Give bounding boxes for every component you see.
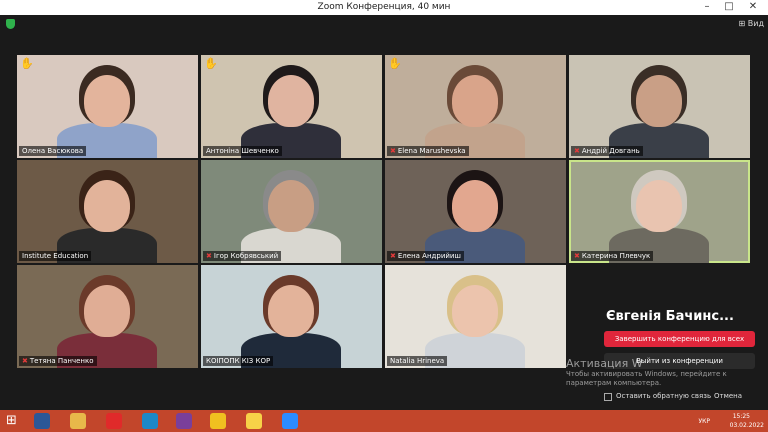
participant-face — [84, 75, 130, 127]
participant-name: Олена Васюкова — [19, 146, 87, 156]
title-bar: Zoom Конференция, 40 мин – □ ✕ — [0, 0, 768, 15]
participant-name-text: Антоніна Шевченко — [206, 147, 279, 155]
participant-tile[interactable]: ✖ Тетяна Панченко — [17, 265, 198, 368]
clock-date[interactable]: 03.02.2022 — [730, 422, 764, 429]
participant-name: ✖ Тетяна Панченко — [19, 356, 97, 366]
participant-name-text: Institute Education — [22, 252, 89, 260]
participant-name-text: Олена Васюкова — [22, 147, 84, 155]
minimize-button[interactable]: – — [696, 0, 718, 15]
cancel-button[interactable]: Отмена — [714, 392, 742, 400]
raised-hand-icon: ✋ — [388, 57, 402, 70]
watermark-text-1: Чтобы активировать Windows, перейдите к — [566, 370, 727, 378]
participant-tile[interactable]: ✋ Олена Васюкова — [17, 55, 198, 158]
participant-face — [268, 180, 314, 232]
participant-tile[interactable]: Institute Education — [17, 160, 198, 263]
clock-time[interactable]: 15:25 — [733, 413, 750, 420]
language-indicator[interactable]: УКР — [698, 418, 710, 425]
muted-mic-icon: ✖ — [206, 252, 212, 260]
participant-name: ✖ Андрій Довгань — [571, 146, 643, 156]
windows-taskbar: ⊞ УКР 15:25 03.02.2022 — [0, 410, 768, 432]
grid-view-icon: ⊞ — [738, 19, 746, 28]
view-label: Вид — [747, 19, 764, 28]
watermark-text-2: параметрам компьютера. — [566, 379, 662, 387]
participant-name: ✖ Елена Андрийиш — [387, 251, 464, 261]
participant-tile[interactable]: ✋ Антоніна Шевченко — [201, 55, 382, 158]
chrome-icon[interactable] — [210, 413, 226, 429]
word-icon[interactable] — [34, 413, 50, 429]
speaker-name: Євгенія Бачинс... — [606, 309, 734, 324]
muted-mic-icon: ✖ — [574, 252, 580, 260]
participant-face — [268, 75, 314, 127]
participant-face — [84, 285, 130, 337]
participant-name: ✖ Ігор Кобрявський — [203, 251, 282, 261]
view-button[interactable]: ⊞ Вид — [739, 19, 764, 28]
participant-tile[interactable]: ✖ Елена Андрийиш — [385, 160, 566, 263]
participant-face — [452, 75, 498, 127]
participant-name-text: КОІПОПК КІЗ КОР — [206, 357, 271, 365]
participant-name-text: Катерина Плевчук — [581, 252, 651, 260]
participant-tile[interactable]: КОІПОПК КІЗ КОР — [201, 265, 382, 368]
security-shield-icon[interactable] — [6, 19, 15, 29]
participant-face — [268, 285, 314, 337]
participant-name-text: Ігор Кобрявський — [213, 252, 279, 260]
participant-name-text: Андрій Довгань — [581, 147, 640, 155]
participant-name: ✖ Elena Marushevska — [387, 146, 469, 156]
participant-name: КОІПОПК КІЗ КОР — [203, 356, 274, 366]
participant-face — [452, 180, 498, 232]
muted-mic-icon: ✖ — [22, 357, 28, 365]
participant-face — [636, 75, 682, 127]
participant-tile[interactable]: Natalia Hrineva — [385, 265, 566, 368]
muted-mic-icon: ✖ — [574, 147, 580, 155]
window-title: Zoom Конференция, 40 мин — [317, 2, 451, 12]
raised-hand-icon: ✋ — [20, 57, 34, 70]
edge-icon[interactable] — [142, 413, 158, 429]
raised-hand-icon: ✋ — [204, 57, 218, 70]
participant-name-text: Elena Marushevska — [397, 147, 466, 155]
participant-face — [636, 180, 682, 232]
zoom-icon[interactable] — [282, 413, 298, 429]
windows-start-icon[interactable]: ⊞ — [6, 413, 22, 429]
participant-name: Антоніна Шевченко — [203, 146, 282, 156]
feedback-checkbox-label: Оставить обратную связь — [616, 392, 712, 400]
participant-name: Natalia Hrineva — [387, 356, 448, 366]
participant-name: Institute Education — [19, 251, 92, 261]
participant-name-text: Тетяна Панченко — [29, 357, 94, 365]
watermark-title: Активация W — [566, 357, 643, 370]
muted-mic-icon: ✖ — [390, 147, 396, 155]
opera-icon[interactable] — [106, 413, 122, 429]
maximize-button[interactable]: □ — [718, 0, 740, 15]
participant-tile[interactable]: ✖ Катерина Плевчук — [569, 160, 750, 263]
winrar-icon[interactable] — [176, 413, 192, 429]
participant-face — [84, 180, 130, 232]
feedback-checkbox[interactable] — [604, 393, 612, 401]
participant-face — [452, 285, 498, 337]
meeting-top-bar: ⊞ Вид — [0, 15, 768, 39]
file-explorer-icon[interactable] — [70, 413, 86, 429]
muted-mic-icon: ✖ — [390, 252, 396, 260]
participant-tile[interactable]: ✖ Ігор Кобрявський — [201, 160, 382, 263]
windows-activation-watermark: Активация W Чтобы активировать Windows, … — [566, 357, 727, 388]
close-button[interactable]: ✕ — [742, 0, 764, 15]
participant-tile[interactable]: ✖ Андрій Довгань — [569, 55, 750, 158]
feedback-bar: Оставить обратную связь Отмена — [584, 388, 768, 408]
participant-tile[interactable]: ✋ ✖ Elena Marushevska — [385, 55, 566, 158]
participant-name-text: Natalia Hrineva — [390, 357, 445, 365]
end-meeting-for-all-button[interactable]: Завершить конференцию для всех — [604, 331, 755, 347]
participant-name-text: Елена Андрийиш — [397, 252, 461, 260]
participant-name: ✖ Катерина Плевчук — [571, 251, 654, 261]
yandex-browser-icon[interactable] — [246, 413, 262, 429]
